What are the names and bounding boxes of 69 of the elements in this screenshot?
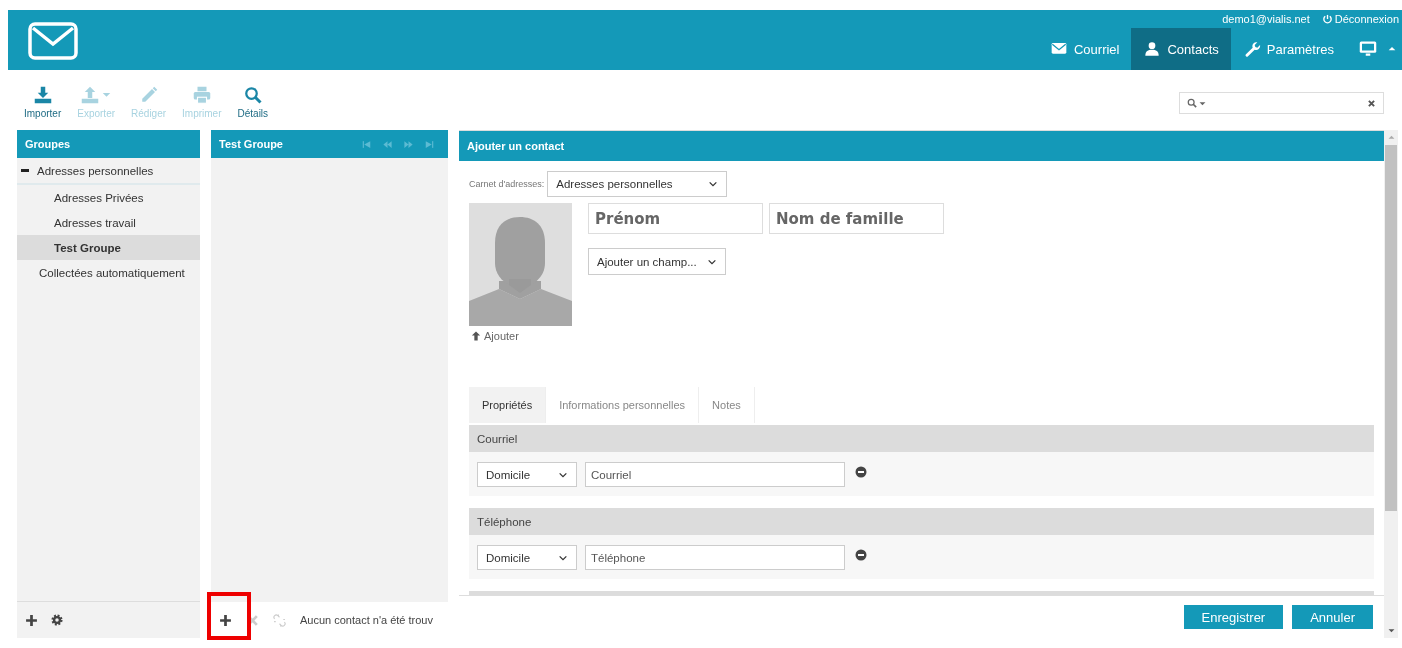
type-select[interactable]: Domicile (477, 462, 577, 487)
add-group-button[interactable] (25, 613, 38, 627)
field-label: Carnet d'adresses: (469, 179, 545, 189)
plus-icon (25, 613, 38, 627)
panel-title: Test Groupe (219, 138, 283, 150)
remove-icon[interactable] (855, 548, 867, 561)
settings-button[interactable] (50, 613, 64, 627)
toolbar-button[interactable]: Importer (16, 83, 70, 121)
upload-photo-link[interactable]: Ajouter (471, 330, 572, 342)
tab[interactable]: Propriétés (469, 387, 547, 423)
last-page-icon[interactable] (425, 139, 434, 149)
add-contact-button[interactable] (219, 613, 232, 627)
nav-tab[interactable]: Paramètres (1230, 28, 1346, 70)
group-item[interactable]: Collectées automatiquement (17, 260, 200, 285)
download-icon (33, 85, 52, 104)
remove-icon[interactable] (855, 465, 867, 478)
next-page-icon[interactable] (404, 139, 413, 149)
logout-link[interactable]: Déconnexion (1321, 13, 1399, 25)
power-icon (1321, 13, 1333, 25)
search-icon (243, 85, 262, 104)
expander-icon[interactable] (21, 169, 29, 172)
tab[interactable]: Informations personnelles (546, 387, 700, 423)
first-page-icon[interactable] (362, 139, 371, 149)
monitor-icon (1358, 40, 1378, 58)
person-icon (1143, 41, 1162, 57)
search-field[interactable] (1179, 92, 1384, 114)
group-item[interactable]: Adresses personnelles (17, 158, 200, 185)
envelope-icon (1049, 41, 1068, 57)
user-email: demo1@vialis.net (1222, 13, 1310, 25)
group-item[interactable]: Adresses travail (17, 210, 200, 235)
nav-tab[interactable]: Contacts (1131, 28, 1231, 70)
caret-icon (1388, 45, 1396, 53)
group-item[interactable]: Test Groupe (17, 235, 200, 260)
nav-tab[interactable]: Courriel (1037, 28, 1132, 70)
section-header: Téléphone (469, 508, 1374, 535)
plus-icon (219, 613, 232, 627)
toolbar-button[interactable]: Détails (229, 83, 277, 121)
pencil-icon (139, 85, 158, 104)
clear-icon (1367, 98, 1376, 108)
arrow-up-icon (471, 331, 481, 341)
panel-title: Groupes (17, 130, 200, 158)
action-button[interactable]: Enregistrer (1183, 605, 1284, 629)
search-icon (1187, 98, 1197, 108)
scrollbar-thumb[interactable] (1385, 145, 1397, 511)
panel-title: Ajouter un contact (459, 131, 1384, 161)
last-name-field[interactable]: Nom de famille (769, 203, 944, 234)
scroll-up-icon (1387, 134, 1395, 141)
tab[interactable]: Notes (699, 387, 755, 423)
printer-icon (192, 85, 211, 104)
previous-page-icon[interactable] (383, 139, 392, 149)
caret-icon (1199, 99, 1206, 107)
broken-link-icon (273, 613, 286, 627)
section-header: Courriel (469, 425, 1374, 452)
scroll-down-icon (1387, 627, 1395, 634)
text-field[interactable]: Courriel (585, 462, 845, 487)
chevron-icon (708, 179, 719, 189)
upload-icon (81, 85, 100, 104)
type-select[interactable]: Domicile (477, 545, 577, 570)
caret-icon (102, 90, 112, 99)
scrollbar[interactable] (1384, 130, 1398, 638)
settings-icon (50, 613, 64, 627)
add-field-select[interactable]: Ajouter un champ... (588, 248, 726, 275)
status-message: Aucun contact n'a été trouv (300, 614, 433, 626)
address-book-select[interactable]: Adresses personnelles (547, 171, 728, 197)
first-name-field[interactable]: Prénom (588, 203, 763, 234)
text-field[interactable]: Téléphone (585, 545, 845, 570)
envelope-logo-icon (27, 22, 79, 60)
group-item[interactable]: Adresses Privées (17, 185, 200, 210)
action-button[interactable]: Annuler (1292, 605, 1373, 629)
